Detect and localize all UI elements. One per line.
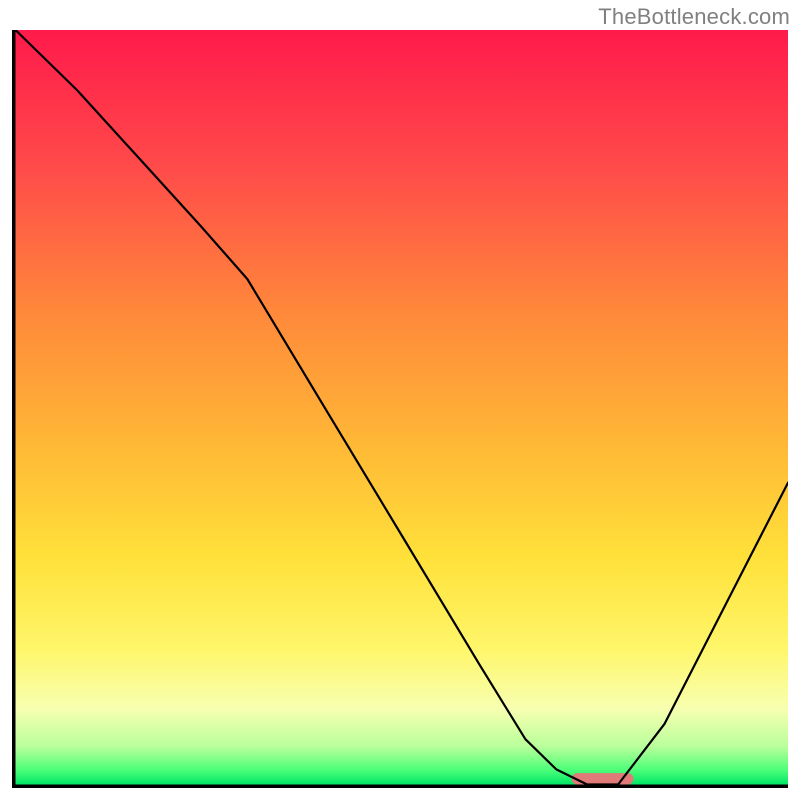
chart-svg <box>12 30 788 788</box>
watermark-text: TheBottleneck.com <box>598 4 790 30</box>
bottleneck-chart <box>12 30 788 788</box>
chart-gradient-bg <box>16 30 789 785</box>
